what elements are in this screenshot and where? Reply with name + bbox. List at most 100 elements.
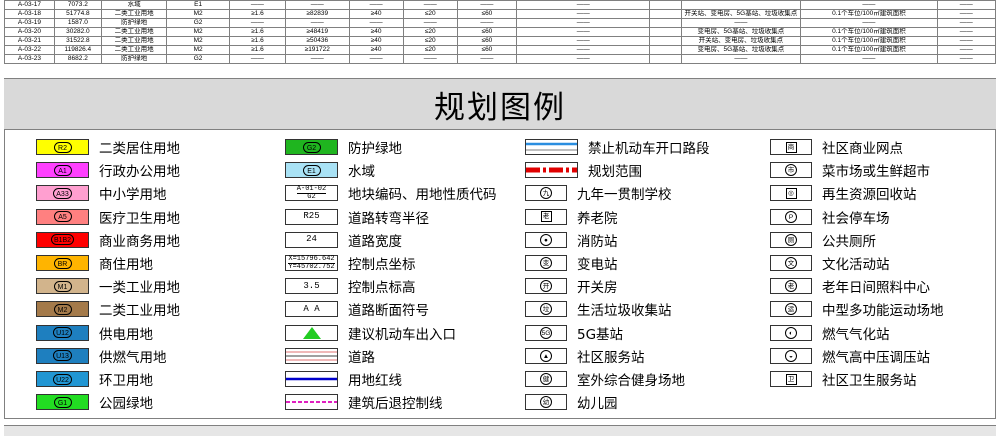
legend-item: P 社会停车场 <box>770 207 890 227</box>
table-cell: —— <box>285 54 350 64</box>
legend-label: 建议机动车出入口 <box>348 326 456 343</box>
symbol-box: R25 <box>285 208 338 225</box>
facility-symbol-box: ◒ <box>770 347 812 364</box>
legend-item: 变 变电站 <box>525 253 618 273</box>
legend-label: 二类工业用地 <box>99 303 180 320</box>
legend-item: 商 社区商业网点 <box>770 137 903 157</box>
legend-item: 5G 5G基站 <box>525 323 623 343</box>
legend-item: U12 供电用地 <box>36 323 153 343</box>
table-cell <box>649 0 682 10</box>
legend-item: ◐ 燃气气化站 <box>770 323 890 343</box>
legend-item: 市 菜市场或生鲜超市 <box>770 160 930 180</box>
road-line-icon <box>285 347 338 364</box>
table-cell: —— <box>936 18 997 28</box>
table-cell: —— <box>516 54 651 64</box>
land-use-swatch: A1 <box>36 162 89 179</box>
table-row: A-03-18 51774.8 二类工业用地 M2 ≥1.6 ≥82839 ≥40 ≤20 ≤6… <box>4 9 997 19</box>
table-cell: E1 <box>166 0 230 10</box>
legend-item: G2 防护绿地 <box>285 137 402 157</box>
table-cell: 0.1个车位/100㎡建筑面积 <box>800 27 938 37</box>
table-cell: —— <box>348 54 404 64</box>
legend-label: 规划范围 <box>588 164 642 181</box>
facility-symbol-box: 开 <box>525 278 567 295</box>
legend-label: 地块编码、用地性质代码 <box>348 187 497 204</box>
facility-icon: 市 <box>785 164 797 177</box>
legend-item: 卫 社区卫生服务站 <box>770 369 917 389</box>
legend-label: 社区服务站 <box>577 349 645 366</box>
land-use-code: E1 <box>302 164 321 176</box>
land-use-code: M2 <box>53 303 72 315</box>
table-row: A-03-17 7073.2 水域 E1 —— —— —— —— —— —— —— —— <box>4 0 997 10</box>
legend-label: 菜市场或生鲜超市 <box>822 164 930 181</box>
facility-icon: 运 <box>785 303 797 316</box>
table-cell <box>649 27 682 37</box>
legend-label: 环卫用地 <box>99 373 153 389</box>
facility-symbol-box: 商 <box>770 139 812 155</box>
facility-symbol-box: 变 <box>525 255 567 271</box>
table-row: A-03-21 31522.8 二类工业用地 M2 ≥1.6 ≥50436 ≥40 ≤20 ≤6… <box>4 36 997 46</box>
table-cell: ≥1.6 <box>228 9 287 19</box>
symbol-text: R25 <box>303 211 320 222</box>
table-cell: —— <box>936 9 997 19</box>
legend-item: 老 老年日间照料中心 <box>770 276 930 296</box>
legend-label: 道路 <box>348 349 375 366</box>
legend-item: 文 文化活动站 <box>770 253 890 273</box>
entrance-triangle-icon <box>285 324 338 341</box>
legend-label: 社区卫生服务站 <box>822 373 917 389</box>
land-use-code: BR <box>53 257 72 269</box>
facility-symbol-box: 5G <box>525 324 567 341</box>
legend-label: 禁止机动车开口路段 <box>588 141 710 157</box>
table-cell: 51774.8 <box>53 9 102 19</box>
legend-label: 行政办公用地 <box>99 164 180 181</box>
table-cell: —— <box>456 18 518 28</box>
legend-item: G1 公园绿地 <box>36 392 153 412</box>
legend-sheet: A-03-17 7073.2 水域 E1 —— —— —— —— —— —— —— —— A-03-18… <box>0 0 1000 436</box>
legend-label: 防护绿地 <box>348 141 402 157</box>
red-line-icon <box>285 371 338 387</box>
legend-item: 开 开关房 <box>525 276 618 296</box>
table-cell: 7073.2 <box>53 0 102 10</box>
legend-label: 中型多功能运动场地 <box>822 303 944 320</box>
facility-symbol-box: 垃 <box>525 301 567 318</box>
legend-item: E1 水域 <box>285 160 375 180</box>
legend-label: 中小学用地 <box>99 187 167 204</box>
table-cell: ≤60 <box>456 45 518 55</box>
table-cell: 0.1个车位/100㎡建筑面积 <box>800 36 938 46</box>
table-cell: M2 <box>166 27 230 37</box>
symbol-box: X=15796.642 Y=45702.752 <box>285 255 338 271</box>
legend-item: 厕 公共厕所 <box>770 230 876 250</box>
facility-symbol-box: ▲ <box>525 347 567 364</box>
land-use-swatch: A33 <box>36 185 89 202</box>
table-cell <box>649 36 682 46</box>
table-cell: —— <box>516 27 651 37</box>
table-cell: 1587.0 <box>53 18 102 28</box>
facility-icon: 厕 <box>785 233 797 246</box>
legend-item: B1B2 商业商务用地 <box>36 230 180 250</box>
symbol-text-bottom: G2 <box>307 192 316 201</box>
facility-icon: 商 <box>785 141 797 153</box>
land-use-swatch: E1 <box>285 162 338 179</box>
legend-title: 规划图例 <box>434 89 566 126</box>
land-use-code: A1 <box>53 164 72 176</box>
facility-icon: ◎ <box>785 187 797 199</box>
symbol-box: 24 <box>285 231 338 248</box>
table-cell: —— <box>228 54 287 64</box>
legend-item: 幼 幼儿园 <box>525 392 618 412</box>
symbol-text-bottom: Y=45702.752 <box>288 262 335 271</box>
table-cell: —— <box>456 54 518 64</box>
legend-label: 文化活动站 <box>822 257 890 273</box>
table-cell: —— <box>680 18 802 28</box>
table-cell: —— <box>285 0 350 10</box>
bottom-strip <box>4 425 996 436</box>
table-cell: 二类工业用地 <box>100 45 168 55</box>
table-cell: 8682.2 <box>53 54 102 64</box>
table-cell: —— <box>800 54 938 64</box>
land-use-code: U12 <box>53 327 72 339</box>
table-cell: 开关站、变电房、垃圾收集点 <box>680 36 802 46</box>
land-use-swatch: G2 <box>285 139 338 155</box>
table-cell: —— <box>348 18 404 28</box>
legend-label: 燃气高中压调压站 <box>822 349 930 366</box>
legend-label: 再生资源回收站 <box>822 187 917 204</box>
facility-icon: 开 <box>540 280 552 293</box>
table-cell: —— <box>402 18 458 28</box>
